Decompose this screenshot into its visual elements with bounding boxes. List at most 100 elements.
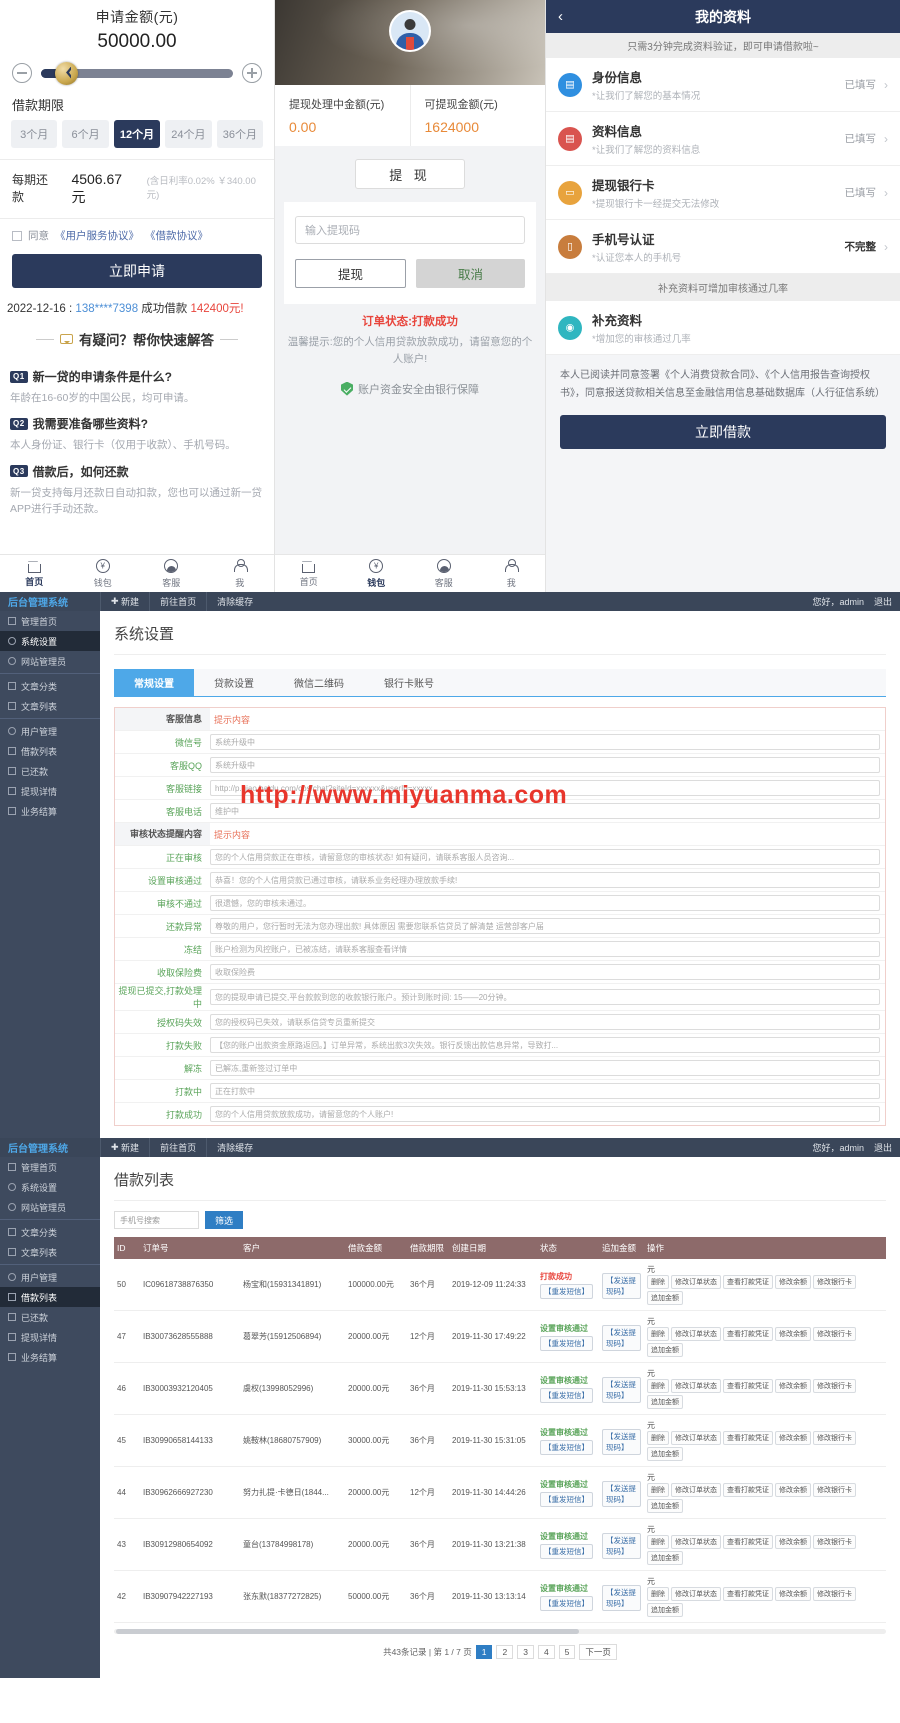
op-edit-status[interactable]: 修改订单状态 <box>671 1431 721 1445</box>
field-input-payment-failed[interactable]: 【您的账户出款资金原路返回。】订单异常，系统出款3次失效。银行反馈出款信息异常，… <box>210 1037 880 1053</box>
op-edit-balance[interactable]: 修改余额 <box>775 1535 811 1549</box>
field-input-auditing[interactable]: 您的个人信用贷款正在审核，请留意您的审核状态! 如有疑问，请联系客服人员咨询..… <box>210 849 880 865</box>
op-edit-bankcard[interactable]: 修改银行卡 <box>813 1379 856 1393</box>
tab-service[interactable]: 客服 <box>137 555 206 592</box>
table-row[interactable]: 50 IC09618738876350 杨宝和(15931341891) 100… <box>114 1259 886 1311</box>
table-row[interactable]: 42 IB30907942227193 张东默(18377272825) 500… <box>114 1571 886 1623</box>
sidebar2-item-repaid[interactable]: 已还款 <box>0 1307 100 1327</box>
clear-cache-button-2[interactable]: 清除缓存 <box>206 1138 263 1157</box>
sidebar-item-dashboard[interactable]: 管理首页 <box>0 611 100 631</box>
op-view-proof[interactable]: 查看打款凭证 <box>723 1587 773 1601</box>
op-edit-bankcard[interactable]: 修改银行卡 <box>813 1275 856 1289</box>
op-edit-status[interactable]: 修改订单状态 <box>671 1587 721 1601</box>
resend-sms-badge[interactable]: 【重发短信】 <box>540 1388 593 1403</box>
go-home-button-2[interactable]: 前往首页 <box>149 1138 206 1157</box>
tab-wallet-2[interactable]: 钱包 <box>343 555 411 592</box>
page-3[interactable]: 3 <box>517 1645 534 1659</box>
op-delete[interactable]: 删除 <box>647 1587 669 1601</box>
tab-home[interactable]: 首页 <box>0 555 69 592</box>
op-edit-balance[interactable]: 修改余额 <box>775 1587 811 1601</box>
field-input-service-link[interactable]: http://p.qiao.baidu.com/cps/chat?siteId=… <box>210 780 880 796</box>
op-edit-status[interactable]: 修改订单状态 <box>671 1275 721 1289</box>
send-withdraw-code-badge[interactable]: 【发送提现码】 <box>602 1585 641 1611</box>
table-row[interactable]: 44 IB30962666927230 努力扎提·卡德日(1844... 200… <box>114 1467 886 1519</box>
tab-service-2[interactable]: 客服 <box>410 555 478 592</box>
resend-sms-badge[interactable]: 【重发短信】 <box>540 1336 593 1351</box>
op-delete[interactable]: 删除 <box>647 1275 669 1289</box>
profile-item-material[interactable]: ▤ 资料信息 *让我们了解您的资料信息 已填写 › <box>546 112 900 166</box>
cancel-withdraw-button[interactable]: 取消 <box>416 259 525 288</box>
send-withdraw-code-badge[interactable]: 【发送提现码】 <box>602 1481 641 1507</box>
confirm-withdraw-button[interactable]: 提现 <box>295 259 406 288</box>
op-view-proof[interactable]: 查看打款凭证 <box>723 1275 773 1289</box>
op-add-amount[interactable]: 追加金额 <box>647 1499 683 1513</box>
op-edit-balance[interactable]: 修改余额 <box>775 1431 811 1445</box>
op-add-amount[interactable]: 追加金额 <box>647 1551 683 1565</box>
term-option-3[interactable]: 3个月 <box>11 120 57 148</box>
amount-slider-track[interactable] <box>41 69 233 78</box>
op-add-amount[interactable]: 追加金额 <box>647 1291 683 1305</box>
resend-sms-badge[interactable]: 【重发短信】 <box>540 1492 593 1507</box>
op-edit-balance[interactable]: 修改余额 <box>775 1379 811 1393</box>
page-2[interactable]: 2 <box>496 1645 513 1659</box>
page-5[interactable]: 5 <box>559 1645 576 1659</box>
sidebar2-item-loan-list[interactable]: 借款列表 <box>0 1287 100 1307</box>
loan-agreement-link[interactable]: 《借款协议》 <box>145 228 208 243</box>
term-option-24[interactable]: 24个月 <box>165 120 211 148</box>
op-edit-balance[interactable]: 修改余额 <box>775 1327 811 1341</box>
op-edit-status[interactable]: 修改订单状态 <box>671 1379 721 1393</box>
new-button[interactable]: ✚ 新建 <box>100 592 149 611</box>
horizontal-scrollbar[interactable] <box>114 1629 886 1634</box>
field-input-audit-fail[interactable]: 很遗憾，您的审核未通过。 <box>210 895 880 911</box>
tab-me-2[interactable]: 我 <box>478 555 546 592</box>
next-page-button[interactable]: 下一页 <box>579 1644 617 1660</box>
tab-bank-account[interactable]: 银行卡账号 <box>364 669 454 696</box>
field-input-withdraw-submitted[interactable]: 您的提现申请已提交,平台款款到您的收款银行账户。预计到账时间: 15——20分钟… <box>210 989 880 1005</box>
sidebar-item-user-management[interactable]: 用户管理 <box>0 721 100 741</box>
tab-wechat-qr[interactable]: 微信二维码 <box>274 669 364 696</box>
op-delete[interactable]: 删除 <box>647 1483 669 1497</box>
term-option-6[interactable]: 6个月 <box>62 120 108 148</box>
sidebar2-item-user-management[interactable]: 用户管理 <box>0 1267 100 1287</box>
sidebar2-item-admins[interactable]: 网站管理员 <box>0 1197 100 1217</box>
resend-sms-badge[interactable]: 【重发短信】 <box>540 1596 593 1611</box>
op-add-amount[interactable]: 追加金额 <box>647 1343 683 1357</box>
send-withdraw-code-badge[interactable]: 【发送提现码】 <box>602 1429 641 1455</box>
profile-item-phone[interactable]: ▯ 手机号认证 *认证您本人的手机号 不完整 › <box>546 220 900 274</box>
profile-item-identity[interactable]: ▤ 身份信息 *让我们了解您的基本情况 已填写 › <box>546 58 900 112</box>
sidebar-item-withdraw-detail[interactable]: 提现详情 <box>0 781 100 801</box>
op-delete[interactable]: 删除 <box>647 1327 669 1341</box>
field-input-pay-success[interactable]: 您的个人信用贷款放款成功，请留意您的个人账户! <box>210 1106 880 1122</box>
back-icon[interactable]: ‹ <box>558 8 563 25</box>
field-input-qq[interactable]: 系统升级中 <box>210 757 880 773</box>
op-view-proof[interactable]: 查看打款凭证 <box>723 1483 773 1497</box>
op-delete[interactable]: 删除 <box>647 1379 669 1393</box>
profile-item-extra[interactable]: ◉ 补充资料 *增加您的审核通过几率 <box>546 301 900 355</box>
sidebar-item-repaid[interactable]: 已还款 <box>0 761 100 781</box>
op-edit-balance[interactable]: 修改余额 <box>775 1483 811 1497</box>
field-input-service-phone[interactable]: 维护中 <box>210 803 880 819</box>
settings-logout-button[interactable]: 退出 <box>874 595 892 608</box>
op-delete[interactable]: 删除 <box>647 1431 669 1445</box>
page-1[interactable]: 1 <box>476 1645 493 1659</box>
sidebar2-item-dashboard[interactable]: 管理首页 <box>0 1157 100 1177</box>
go-home-button[interactable]: 前往首页 <box>149 592 206 611</box>
sidebar-item-admins[interactable]: 网站管理员 <box>0 651 100 671</box>
op-add-amount[interactable]: 追加金额 <box>647 1447 683 1461</box>
op-add-amount[interactable]: 追加金额 <box>647 1603 683 1617</box>
field-input-wechat[interactable]: 系统升级中 <box>210 734 880 750</box>
tab-loan-settings[interactable]: 贷款设置 <box>194 669 274 696</box>
op-view-proof[interactable]: 查看打款凭证 <box>723 1379 773 1393</box>
tab-general-settings[interactable]: 常规设置 <box>114 669 194 696</box>
op-view-proof[interactable]: 查看打款凭证 <box>723 1431 773 1445</box>
borrow-now-button[interactable]: 立即借款 <box>560 415 886 449</box>
sidebar-item-loan-list[interactable]: 借款列表 <box>0 741 100 761</box>
op-edit-status[interactable]: 修改订单状态 <box>671 1535 721 1549</box>
table-row[interactable]: 46 IB30003932120405 虞权(13998052996) 2000… <box>114 1363 886 1415</box>
field-input-frozen[interactable]: 账户检测为风控账户，已被冻结，请联系客服查看详情 <box>210 941 880 957</box>
sidebar2-item-settings[interactable]: 系统设置 <box>0 1177 100 1197</box>
withdraw-code-input[interactable]: 输入提现码 <box>295 216 525 244</box>
op-add-amount[interactable]: 追加金额 <box>647 1395 683 1409</box>
tab-me[interactable]: 我 <box>206 555 275 592</box>
table-row[interactable]: 45 IB30990658144133 姚鞍林(18680757909) 300… <box>114 1415 886 1467</box>
